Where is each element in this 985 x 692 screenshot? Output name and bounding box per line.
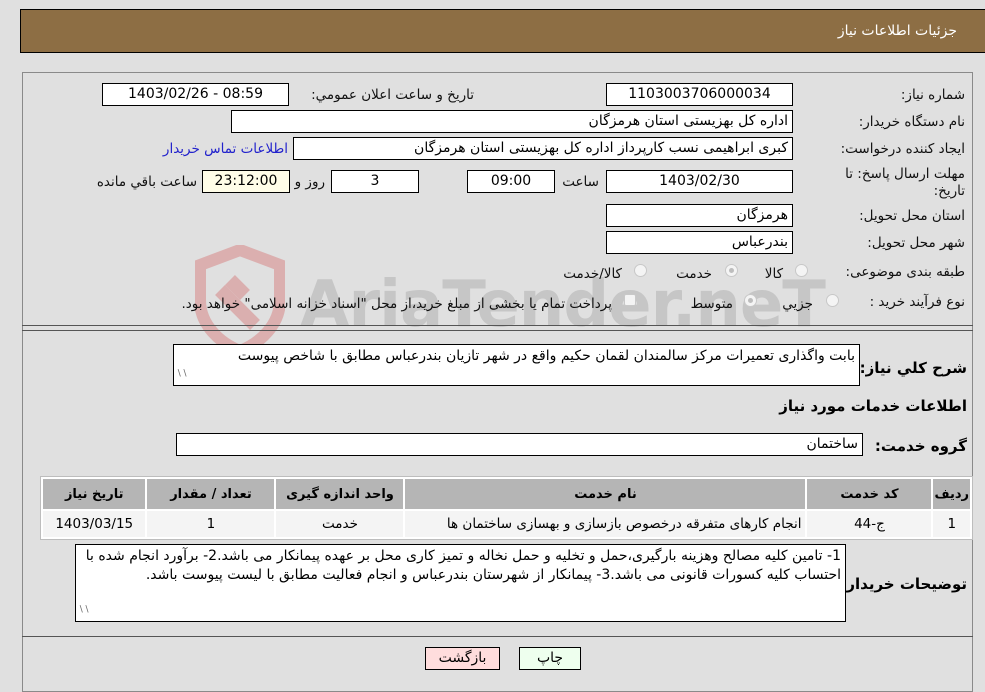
province-field: هرمزگان bbox=[606, 204, 793, 227]
treasury-payment-note: پرداخت تمام يا بخشی از مبلغ خريد،از محل … bbox=[181, 296, 612, 312]
col-row-number: رديف bbox=[933, 479, 970, 509]
process-option-minor: جزيي bbox=[782, 296, 813, 312]
col-service-code: کد خدمت bbox=[807, 479, 932, 509]
deadline-label-2: تاريخ: bbox=[933, 183, 965, 199]
col-service-name: نام خدمت bbox=[405, 479, 806, 509]
process-label: نوع فرآيند خريد : bbox=[869, 294, 965, 310]
services-section-title: اطلاعات خدمات مورد نياز bbox=[779, 397, 967, 415]
buyer-contact-link[interactable]: اطلاعات تماس خريدار bbox=[163, 141, 288, 157]
time-remaining-field: 23:12:00 bbox=[202, 170, 290, 193]
description-text: بابت واگذاری تعمیرات مرکز سالمندان لقمان… bbox=[237, 348, 855, 364]
announce-field: 1403/02/26 - 08:59 bbox=[102, 83, 289, 106]
deadline-time-field: 09:00 bbox=[467, 170, 555, 193]
process-option-medium: متوسط bbox=[690, 296, 733, 312]
category-radio-goods[interactable] bbox=[795, 264, 808, 277]
page-header: جزئيات اطلاعات نياز bbox=[20, 9, 985, 53]
category-label: طبقه بندی موضوعی: bbox=[845, 264, 965, 280]
process-radio-minor[interactable] bbox=[826, 294, 839, 307]
col-quantity: تعداد / مقدار bbox=[147, 479, 275, 509]
category-radio-service[interactable] bbox=[725, 264, 738, 277]
buyer-org-label: نام دستگاه خريدار: bbox=[858, 114, 965, 130]
deadline-date-field: 1403/02/30 bbox=[606, 170, 793, 193]
divider bbox=[22, 330, 973, 331]
cell-quantity: 1 bbox=[147, 511, 275, 537]
buyer-notes-label: توضيحات خريدار: bbox=[840, 575, 967, 593]
category-option-goods-service: کالا/خدمت bbox=[563, 266, 622, 282]
announce-label: تاريخ و ساعت اعلان عمومي: bbox=[311, 87, 474, 103]
need-number-label: شماره نياز: bbox=[900, 87, 965, 103]
resize-handle-icon[interactable]: ∖∖ bbox=[78, 601, 89, 620]
service-group-label: گروه خدمت: bbox=[874, 437, 967, 455]
requester-label: ايجاد کننده درخواست: bbox=[840, 141, 965, 157]
divider bbox=[22, 325, 973, 326]
category-radio-goods-service[interactable] bbox=[634, 264, 647, 277]
description-textarea[interactable]: بابت واگذاری تعمیرات مرکز سالمندان لقمان… bbox=[173, 344, 860, 386]
province-label: استان محل تحويل: bbox=[859, 208, 965, 224]
buyer-notes-textarea[interactable]: 1- تامین کلیه مصالح وهزینه بارگیری،حمل و… bbox=[75, 544, 846, 622]
cell-service-name: انجام کارهای متفرقه درخصوص بازسازی و بهس… bbox=[405, 511, 806, 537]
city-field: بندرعباس bbox=[606, 231, 793, 254]
need-number-field: 1103003706000034 bbox=[606, 83, 793, 106]
cell-service-code: ج-44 bbox=[807, 511, 932, 537]
description-label: شرح کلي نياز: bbox=[859, 359, 967, 377]
category-option-goods: کالا bbox=[764, 266, 783, 282]
print-button[interactable]: چاپ bbox=[519, 647, 581, 670]
services-table: رديف کد خدمت نام خدمت واحد اندازه گيری ت… bbox=[40, 476, 973, 540]
deadline-time-label: ساعت bbox=[562, 174, 599, 190]
divider bbox=[22, 636, 973, 637]
service-group-field: ساختمان bbox=[176, 433, 863, 456]
buyer-org-field: اداره کل بهزیستی استان هرمزگان bbox=[231, 110, 793, 133]
table-header-row: رديف کد خدمت نام خدمت واحد اندازه گيری ت… bbox=[43, 479, 970, 509]
table-row: 1 ج-44 انجام کارهای متفرقه درخصوص بازساز… bbox=[43, 511, 970, 537]
col-unit: واحد اندازه گيری bbox=[276, 479, 404, 509]
deadline-label: مهلت ارسال پاسخ: تا bbox=[845, 166, 965, 182]
time-remaining-label: ساعت باقي مانده bbox=[96, 174, 197, 190]
requester-field: کبری ابراهیمی نسب کارپرداز اداره کل بهزی… bbox=[293, 137, 793, 160]
cell-unit: خدمت bbox=[276, 511, 404, 537]
cell-need-date: 1403/03/15 bbox=[43, 511, 146, 537]
col-need-date: تاريخ نياز bbox=[43, 479, 146, 509]
days-remaining-field: 3 bbox=[331, 170, 419, 193]
resize-handle-icon[interactable]: ∖∖ bbox=[176, 365, 187, 384]
buyer-notes-text: 1- تامین کلیه مصالح وهزینه بارگیری،حمل و… bbox=[85, 548, 841, 583]
city-label: شهر محل تحويل: bbox=[867, 235, 965, 251]
page-title: جزئيات اطلاعات نياز bbox=[837, 23, 957, 39]
cell-row-number: 1 bbox=[933, 511, 970, 537]
back-button[interactable]: بازگشت bbox=[425, 647, 500, 670]
process-radio-medium[interactable] bbox=[744, 294, 757, 307]
treasury-payment-checkbox[interactable] bbox=[624, 294, 636, 306]
days-label: روز و bbox=[294, 174, 325, 190]
category-option-service: خدمت bbox=[676, 266, 712, 282]
